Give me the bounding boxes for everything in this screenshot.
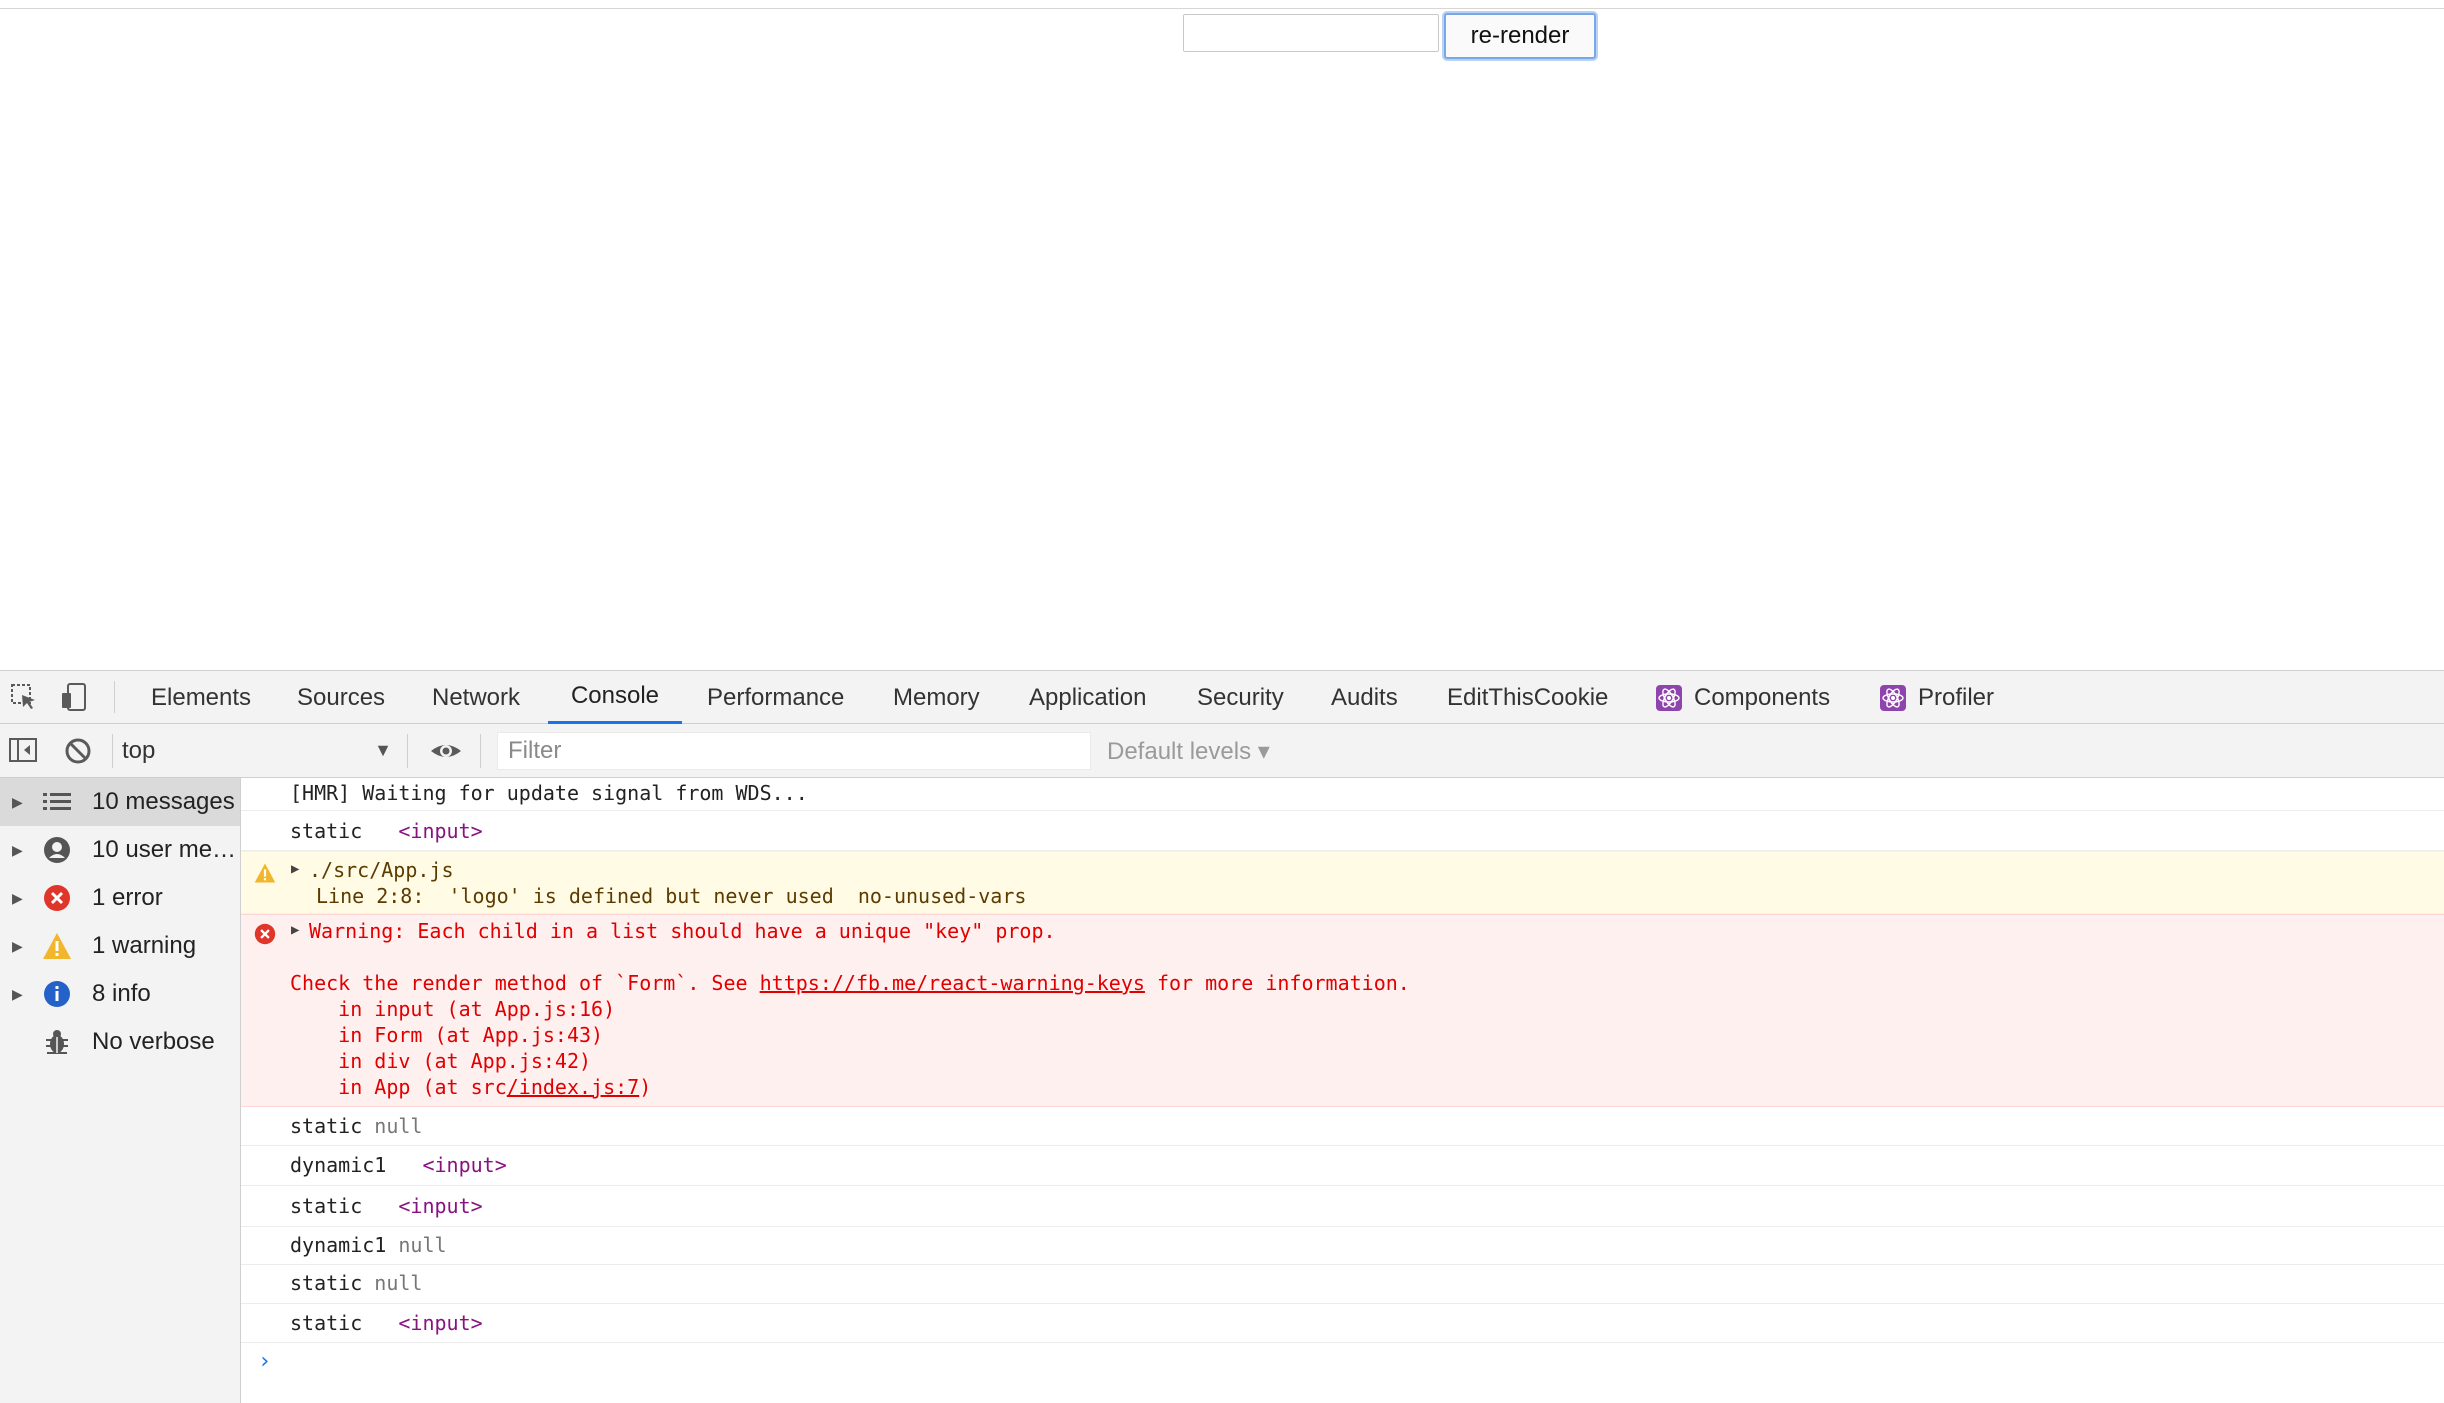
tab-network[interactable]: Network bbox=[432, 671, 520, 724]
tab-memory[interactable]: Memory bbox=[893, 671, 980, 724]
sidebar-item-user-messages[interactable]: ▶ 10 user me… bbox=[0, 826, 240, 874]
info-icon bbox=[42, 979, 72, 1009]
sidebar-item-verbose[interactable]: No verbose bbox=[0, 1018, 240, 1066]
filter-input[interactable] bbox=[497, 732, 1091, 770]
element-tag[interactable]: <input> bbox=[398, 1311, 482, 1335]
list-icon bbox=[42, 787, 72, 817]
context-label: top bbox=[122, 737, 156, 764]
error-icon bbox=[42, 883, 72, 913]
tab-audits[interactable]: Audits bbox=[1331, 671, 1398, 724]
sidebar-item-messages[interactable]: ▶ 10 messages bbox=[0, 778, 240, 826]
expand-arrow-icon[interactable]: ▶ bbox=[291, 922, 299, 938]
console-messages: [HMR] Waiting for update signal from WDS… bbox=[241, 778, 2444, 1403]
error-icon bbox=[254, 923, 276, 945]
sidebar-toggle-icon[interactable] bbox=[8, 735, 40, 767]
warning-icon bbox=[254, 862, 276, 884]
tab-application[interactable]: Application bbox=[1029, 671, 1146, 724]
react-icon bbox=[1880, 684, 1906, 711]
web-page: re-render bbox=[0, 0, 2444, 670]
tab-performance[interactable]: Performance bbox=[707, 671, 844, 724]
sidebar-item-warnings[interactable]: ▶ 1 warning bbox=[0, 922, 240, 970]
page-top-divider bbox=[0, 8, 2444, 9]
console-message: static <input> bbox=[241, 1304, 2444, 1343]
toolbar-separator bbox=[407, 734, 408, 768]
react-warning-keys-link[interactable]: https://fb.me/react-warning-keys bbox=[760, 971, 1145, 995]
expand-arrow-icon: ▶ bbox=[12, 937, 23, 954]
console-message: static null bbox=[241, 1107, 2444, 1146]
eye-icon[interactable] bbox=[429, 735, 461, 767]
console-message: static null bbox=[241, 1265, 2444, 1304]
console-prompt[interactable]: › bbox=[258, 1349, 271, 1374]
warning-icon bbox=[42, 931, 72, 961]
bug-icon bbox=[42, 1027, 72, 1057]
expand-arrow-icon: ▶ bbox=[12, 889, 23, 906]
console-toolbar: top ▼ Default levels ▾ bbox=[0, 724, 2444, 778]
devtools-tab-bar: Elements Sources Network Console Perform… bbox=[0, 671, 2444, 724]
element-tag[interactable]: <input> bbox=[398, 819, 482, 843]
console-message: [HMR] Waiting for update signal from WDS… bbox=[241, 778, 2444, 811]
sidebar-item-errors[interactable]: ▶ 1 error bbox=[0, 874, 240, 922]
warning-source[interactable]: ./src/App.js bbox=[309, 858, 454, 882]
tab-console[interactable]: Console bbox=[548, 671, 682, 724]
context-selector[interactable]: top ▼ bbox=[122, 732, 392, 770]
expand-arrow-icon: ▶ bbox=[12, 985, 23, 1002]
console-message: static <input> bbox=[241, 811, 2444, 851]
console-message: dynamic1 null bbox=[241, 1227, 2444, 1265]
element-tag[interactable]: <input> bbox=[398, 1194, 482, 1218]
tab-profiler[interactable]: Profiler bbox=[1880, 671, 1994, 724]
tab-security[interactable]: Security bbox=[1197, 671, 1284, 724]
clear-console-icon[interactable] bbox=[62, 735, 94, 767]
index-js-link[interactable]: /index.js:7 bbox=[507, 1075, 639, 1099]
tab-components[interactable]: Components bbox=[1656, 671, 1830, 724]
expand-arrow-icon: ▶ bbox=[12, 793, 23, 810]
user-icon bbox=[42, 835, 72, 865]
console-message: static <input> bbox=[241, 1186, 2444, 1227]
devtools-panel: Elements Sources Network Console Perform… bbox=[0, 670, 2444, 1403]
console-error: ▶ Warning: Each child in a list should h… bbox=[241, 914, 2444, 1107]
re-render-button[interactable]: re-render bbox=[1444, 13, 1596, 59]
tab-elements[interactable]: Elements bbox=[151, 671, 251, 724]
device-toolbar-icon[interactable] bbox=[58, 681, 90, 713]
react-icon bbox=[1656, 684, 1682, 711]
expand-arrow-icon: ▶ bbox=[12, 841, 23, 858]
tab-sources[interactable]: Sources bbox=[297, 671, 385, 724]
element-tag[interactable]: <input> bbox=[422, 1153, 506, 1177]
text-input[interactable] bbox=[1183, 14, 1439, 52]
toolbar-separator bbox=[480, 734, 481, 768]
dropdown-arrow-icon: ▼ bbox=[374, 740, 392, 760]
tab-editthiscookie[interactable]: EditThisCookie bbox=[1447, 671, 1608, 724]
sidebar-item-info[interactable]: ▶ 8 info bbox=[0, 970, 240, 1018]
default-levels-dropdown[interactable]: Default levels ▾ bbox=[1107, 732, 1270, 770]
toolbar-separator bbox=[112, 734, 113, 768]
console-message: dynamic1 <input> bbox=[241, 1146, 2444, 1186]
expand-arrow-icon[interactable]: ▶ bbox=[291, 861, 299, 877]
inspect-element-icon[interactable] bbox=[8, 681, 40, 713]
console-warning: ▶ ./src/App.js Line 2:8: 'logo' is defin… bbox=[241, 851, 2444, 914]
tab-separator bbox=[114, 681, 115, 713]
console-sidebar: ▶ 10 messages ▶ 10 user me… ▶ 1 error ▶ bbox=[0, 778, 241, 1403]
